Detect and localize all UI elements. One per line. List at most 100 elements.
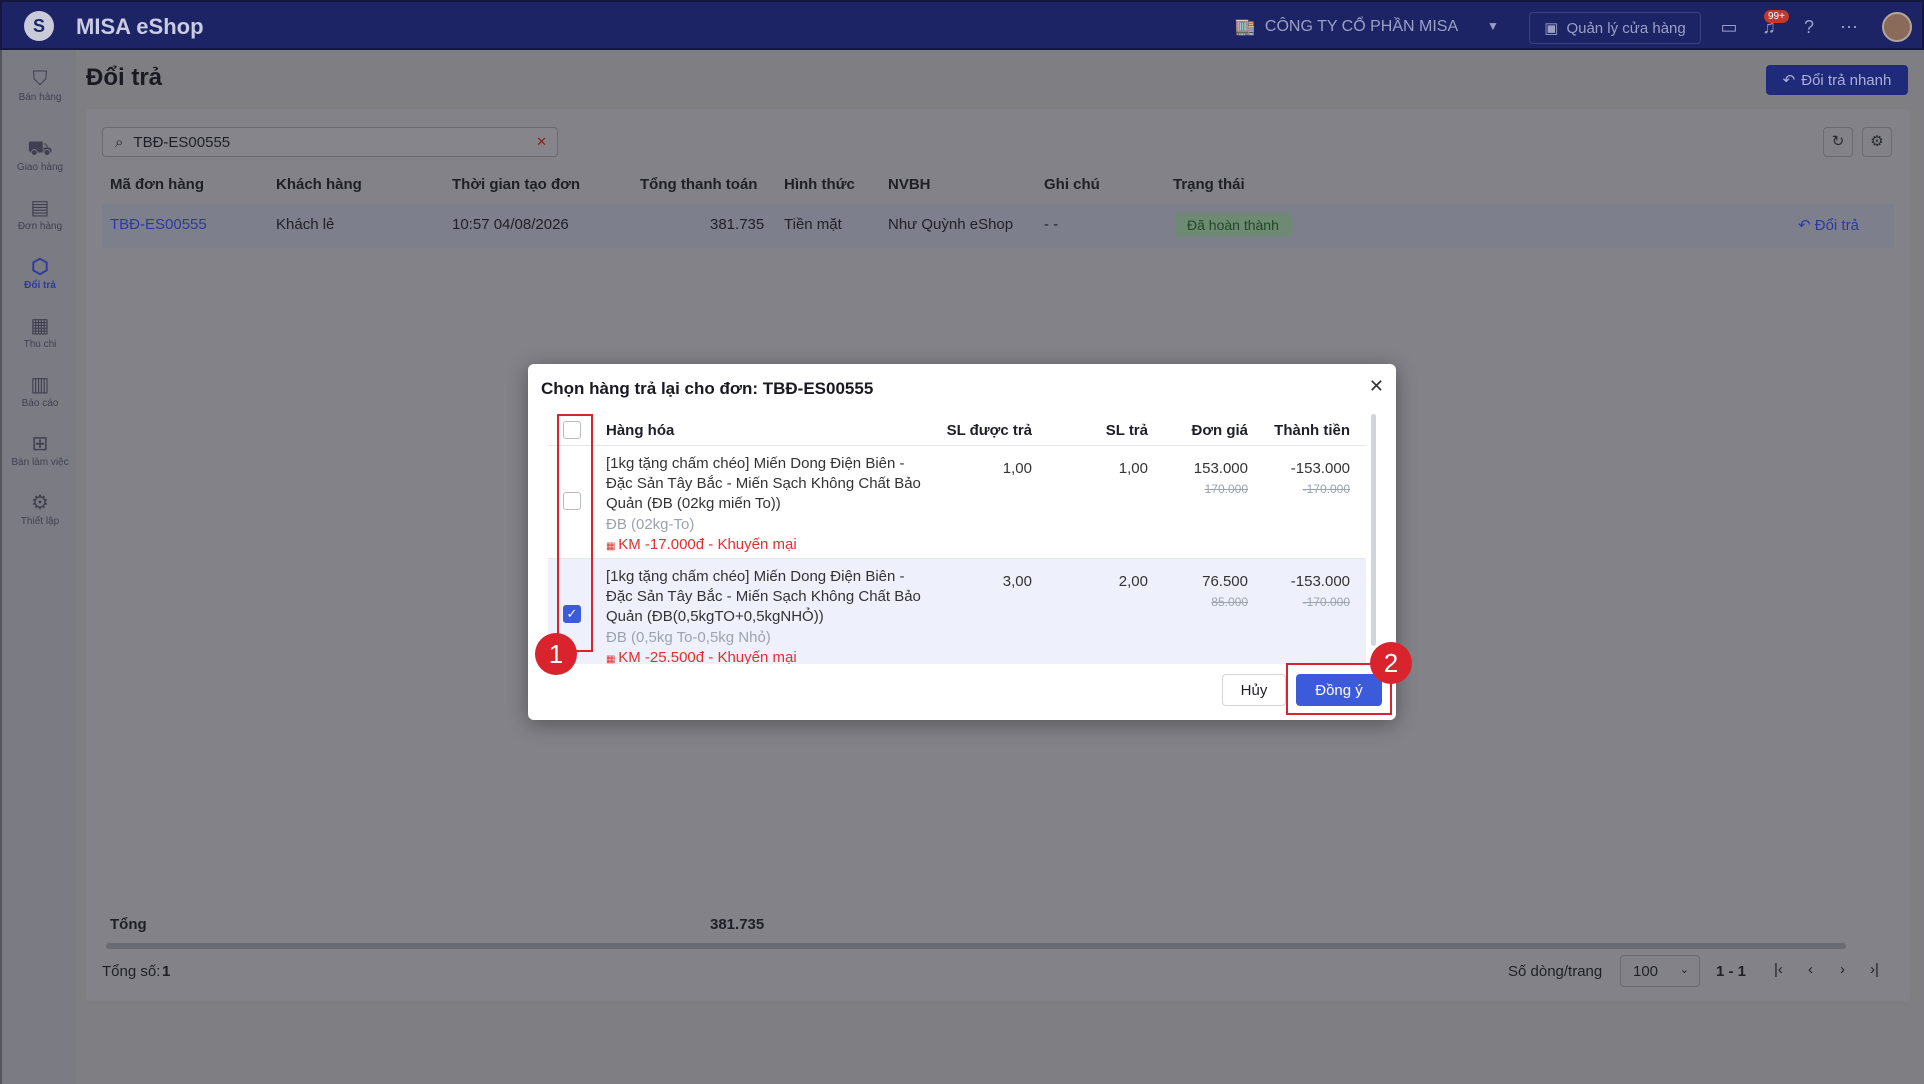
return-items-dialog: Chọn hàng trả lại cho đơn: TBĐ-ES00555 ✕… [528, 364, 1396, 720]
header-qty-return: SL trả [1105, 422, 1148, 439]
table-row[interactable]: [1kg tặng chấm chéo] Miến Dong Điện Biên… [548, 446, 1366, 559]
header-code[interactable]: Mã đơn hàng [110, 176, 204, 193]
header-qty-allowed: SL được trả [946, 422, 1032, 439]
product-promo: ▦ KM -17.000đ - Khuyến mại [606, 536, 797, 553]
qty-return-cell[interactable]: 2,00 [1068, 573, 1148, 590]
sidebar-item-label: Báo cáo [21, 398, 59, 409]
rows-per-page-select[interactable]: 100 ⌄ [1620, 955, 1700, 987]
return-items-table: Hàng hóa SL được trả SL trả Đơn giá Thàn… [548, 414, 1376, 664]
qty-allowed-cell: 3,00 [1002, 573, 1032, 590]
clipboard-icon: ▣ [1544, 20, 1559, 37]
sidebar-item-orders[interactable]: ▤ Đơn hàng [2, 195, 78, 232]
promo-text: KM -25.500đ - Khuyến mại [618, 649, 797, 664]
sidebar-item-returns[interactable]: ⬡ Đổi trả [2, 254, 78, 291]
notification-badge: 99+ [1764, 10, 1789, 23]
header-created[interactable]: Thời gian tạo đơn [452, 176, 580, 193]
total-value: 381.735 [710, 916, 765, 933]
chevron-down-icon: ▼ [1487, 19, 1499, 33]
refresh-icon: ↻ [1831, 133, 1845, 150]
last-page-icon[interactable]: ›| [1870, 961, 1879, 978]
rows-per-page-label: Số dòng/trang [1508, 963, 1603, 980]
gear-icon: ⚙ [1870, 133, 1884, 150]
promo-text: KM -17.000đ - Khuyến mại [618, 536, 797, 553]
table-row[interactable]: TBĐ-ES00555 Khách lẻ 10:57 04/08/2026 38… [102, 204, 1894, 248]
pagination: Tổng số: 1 Số dòng/trang 100 ⌄ 1 - 1 |‹ … [102, 955, 1894, 991]
total-cell: 381.735 [710, 216, 765, 233]
sidebar-item-label: Đổi trả [24, 280, 56, 291]
return-icon: ↶ [1798, 217, 1815, 234]
search-input[interactable]: ⌕ TBĐ-ES00555 ✕ [102, 127, 558, 157]
quick-return-button[interactable]: ↶ Đổi trả nhanh [1766, 65, 1908, 95]
total-label: Tổng [110, 916, 147, 933]
unit-price-old: 85.000 [1211, 595, 1248, 609]
sidebar: ⛉ Bán hàng ⛟ Giao hàng ▤ Đơn hàng ⬡ Đổi … [0, 50, 76, 1084]
header-method[interactable]: Hình thức [784, 176, 855, 193]
unit-price-cell: 153.000 [1193, 460, 1248, 477]
store-management-label: Quản lý cửa hàng [1566, 19, 1686, 37]
tag-icon: ▦ [606, 541, 619, 552]
help-icon[interactable]: ? [1798, 16, 1820, 38]
sidebar-item-label: Thiết lập [20, 516, 60, 527]
avatar[interactable] [1882, 12, 1912, 42]
horizontal-scrollbar[interactable] [106, 943, 1846, 949]
cancel-button[interactable]: Hủy [1222, 674, 1286, 706]
sidebar-item-settings[interactable]: ⚙ Thiết lập [2, 490, 78, 527]
product-promo: ▦ KM -25.500đ - Khuyến mại [606, 649, 797, 664]
sidebar-item-reports[interactable]: ▥ Báo cáo [2, 372, 78, 409]
qty-allowed-cell: 1,00 [1002, 460, 1032, 477]
header-customer[interactable]: Khách hàng [276, 176, 362, 193]
sidebar-item-label: Đơn hàng [17, 221, 63, 232]
header-unit-price: Đơn giá [1191, 422, 1249, 439]
clipboard-icon: ▤ [30, 197, 50, 219]
row-return-link[interactable]: ↶ Đổi trả [1798, 216, 1859, 234]
header-status[interactable]: Trạng thái [1173, 176, 1245, 193]
amount-old: -170.000 [1302, 595, 1350, 609]
method-cell: Tiền mặt [784, 216, 842, 233]
search-value: TBĐ-ES00555 [133, 133, 231, 151]
sidebar-item-workspace[interactable]: ⊞ Bàn làm việc [2, 431, 78, 468]
close-icon[interactable]: ✕ [1369, 376, 1384, 397]
product-name: [1kg tặng chấm chéo] Miến Dong Điện Biên… [606, 455, 921, 512]
quick-return-label: Đổi trả nhanh [1801, 71, 1892, 89]
table-header: Hàng hóa SL được trả SL trả Đơn giá Thàn… [548, 414, 1366, 446]
prev-page-icon[interactable]: ‹ [1808, 961, 1813, 978]
table-row[interactable]: ✓ [1kg tặng chấm chéo] Miến Dong Điện Bi… [548, 559, 1366, 664]
header-total[interactable]: Tổng thanh toán [640, 176, 757, 193]
settings-button[interactable]: ⚙ [1862, 127, 1892, 157]
more-icon[interactable]: ⋯ [1838, 16, 1860, 38]
return-icon: ↶ [1782, 72, 1796, 89]
sidebar-item-delivery[interactable]: ⛟ Giao hàng [2, 136, 78, 173]
vertical-scrollbar[interactable] [1371, 414, 1376, 646]
order-code-link[interactable]: TBĐ-ES00555 [110, 216, 207, 233]
header-staff[interactable]: NVBH [888, 176, 931, 193]
chevron-down-icon: ⌄ [1679, 964, 1689, 976]
amount-cell: -153.000 [1290, 460, 1350, 477]
top-bar: S MISA eShop 🏬 CÔNG TY CỔ PHẦN MISA ▼ ▣ … [0, 0, 1924, 50]
header-note[interactable]: Ghi chú [1044, 176, 1100, 193]
shopping-bag-icon: ⛉ [32, 68, 48, 90]
qty-return-cell[interactable]: 1,00 [1068, 460, 1148, 477]
app-logo-icon[interactable]: S [24, 11, 54, 41]
status-badge: Đã hoàn thành [1175, 213, 1291, 237]
note-cell: - - [1044, 216, 1059, 233]
monitor-icon[interactable]: ▭ [1718, 16, 1740, 38]
refresh-button[interactable]: ↻ [1823, 127, 1853, 157]
tag-icon: ▦ [606, 654, 619, 664]
gear-icon: ⚙ [31, 492, 49, 514]
next-page-icon[interactable]: › [1840, 961, 1845, 978]
product-variant: ĐB (02kg-To) [606, 516, 695, 533]
chart-icon: ▥ [30, 374, 50, 396]
box-return-icon: ⬡ [31, 256, 49, 278]
annotation-box-checkboxes [557, 414, 593, 652]
header-amount: Thành tiền [1274, 422, 1350, 439]
customer-cell: Khách lẻ [276, 216, 335, 233]
sidebar-item-sales[interactable]: ⛉ Bán hàng [2, 66, 78, 103]
first-page-icon[interactable]: |‹ [1774, 961, 1783, 978]
sidebar-item-cash[interactable]: ▦ Thu chi [2, 313, 78, 350]
header-product: Hàng hóa [606, 422, 675, 439]
company-selector[interactable]: 🏬 CÔNG TY CỔ PHẦN MISA ▼ [1235, 17, 1499, 37]
clear-icon[interactable]: ✕ [536, 134, 547, 150]
sidebar-item-label: Bán hàng [18, 92, 62, 103]
store-management-button[interactable]: ▣ Quản lý cửa hàng [1529, 12, 1701, 44]
row-return-label: Đổi trả [1814, 217, 1859, 234]
